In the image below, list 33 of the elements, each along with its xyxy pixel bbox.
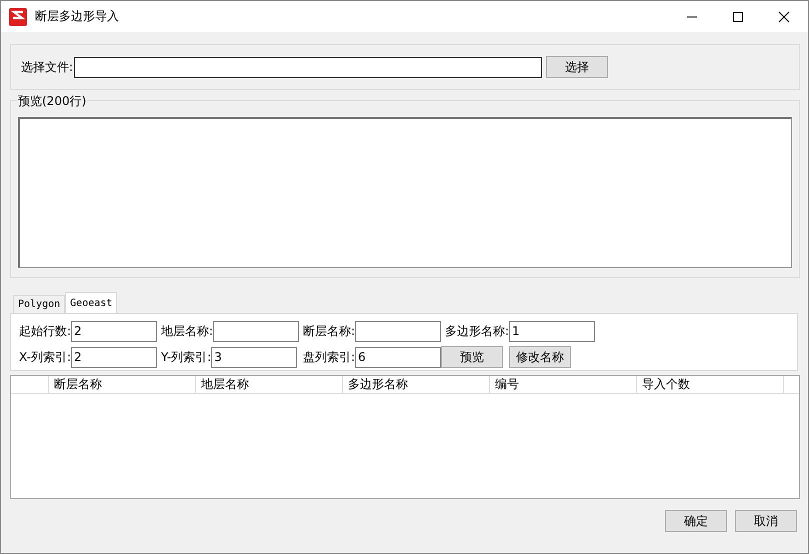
column-header[interactable]: 地层名称 [196,376,343,393]
close-icon[interactable] [778,10,790,22]
column-header[interactable]: 多边形名称 [343,376,490,393]
param-field[interactable]: 6 [355,346,442,368]
param-field[interactable] [355,320,442,342]
app-logo-icon [9,8,27,26]
param-label: X-列索引: [19,348,71,366]
column-header[interactable]: 编号 [490,376,637,393]
column-header[interactable]: 导入个数 [637,376,784,393]
rename-button[interactable]: 修改名称 [509,346,571,368]
preview-group-title: 预览(200行) [17,93,88,110]
param-label: 起始行数: [19,322,72,340]
browse-button[interactable]: 选择 [546,56,608,78]
window-title: 断层多边形导入 [35,8,119,25]
param-field[interactable]: 2 [71,320,158,342]
param-label: 多边形名称: [445,322,510,340]
param-field[interactable]: 1 [509,320,596,342]
param-label: 地层名称: [161,322,214,340]
param-field[interactable]: 2 [71,346,157,368]
column-header[interactable]: 断层名称 [49,376,196,393]
file-path-field[interactable] [74,56,542,78]
ok-button[interactable]: 确定 [665,510,727,532]
file-label: 选择文件: [21,58,74,76]
cancel-button[interactable]: 取消 [735,510,797,532]
tab[interactable]: Polygon [13,295,66,313]
param-label: 盘列索引: [303,348,356,366]
tab[interactable]: Geoeast [65,292,118,313]
param-field[interactable]: 3 [211,346,298,368]
param-label: Y-列索引: [161,348,212,366]
maximize-icon[interactable] [732,10,744,22]
preview-button[interactable]: 预览 [441,346,503,368]
param-field[interactable] [213,320,300,342]
param-label: 断层名称: [303,322,356,340]
